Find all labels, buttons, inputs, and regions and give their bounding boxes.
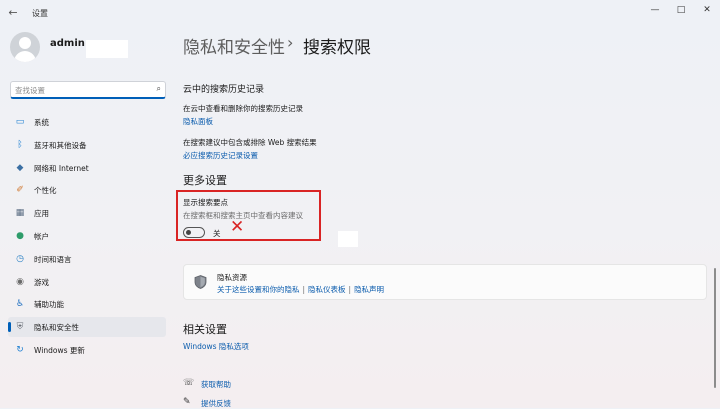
sidebar-item-label: 辅助功能 <box>34 300 64 310</box>
get-help-link[interactable]: 获取帮助 <box>201 379 231 390</box>
link-separator: | <box>348 285 352 294</box>
accessibility-icon: ♿ <box>15 299 25 310</box>
section-title-cloud-history: 云中的搜索历史记录 <box>183 85 265 95</box>
sidebar-item-globe-clock[interactable]: ◷ 时间和语言 <box>8 249 166 269</box>
monitor-icon: ▭ <box>15 117 25 127</box>
sidebar-item-label: 个性化 <box>34 186 57 196</box>
user-name: admin <box>50 38 85 49</box>
breadcrumb-parent[interactable]: 隐私和安全性 <box>183 33 285 58</box>
privacy-dashboard-link-2[interactable]: 隐私仪表板 <box>308 285 346 294</box>
sidebar-item-label: 时间和语言 <box>34 254 72 264</box>
sidebar-item-gamepad[interactable]: ◉ 游戏 <box>8 272 166 292</box>
privacy-resources-links: 关于这些设置和你的隐私 | 隐私仪表板 | 隐私声明 <box>217 284 384 295</box>
update-icon: ↻ <box>16 345 24 355</box>
shield-icon: ⛨ <box>16 322 24 333</box>
sidebar-item-label: 隐私和安全性 <box>34 323 79 333</box>
sidebar-item-label: 网络和 Internet <box>34 163 89 173</box>
breadcrumb-separator: › <box>287 33 294 52</box>
sidebar-item-wifi[interactable]: ◆ 网络和 Internet <box>8 158 166 178</box>
windows-privacy-options-link[interactable]: Windows 隐私选项 <box>183 341 249 352</box>
wifi-icon: ◆ <box>16 162 24 173</box>
person-icon: ● <box>16 231 24 241</box>
maximize-icon[interactable]: □ <box>671 3 691 17</box>
section-title-more-settings: 更多设置 <box>183 174 227 187</box>
feedback-link[interactable]: 提供反馈 <box>201 398 231 409</box>
back-arrow-icon[interactable]: ← <box>6 6 20 20</box>
avatar[interactable] <box>10 32 40 62</box>
sidebar-item-monitor[interactable]: ▭ 系统 <box>8 112 166 132</box>
close-icon[interactable]: ✕ <box>697 3 717 17</box>
sidebar-item-label: 游戏 <box>34 277 49 287</box>
toggle-knob <box>186 230 191 235</box>
search-highlights-title: 显示搜索要点 <box>183 198 228 207</box>
privacy-statement-link[interactable]: 隐私声明 <box>354 285 384 294</box>
sidebar-item-accessibility[interactable]: ♿ 辅助功能 <box>8 294 166 314</box>
scrollbar[interactable] <box>714 268 716 388</box>
search-highlights-toggle[interactable] <box>183 227 205 238</box>
cloud-history-text: 在云中查看和删除你的搜索历史记录 <box>183 104 303 113</box>
sidebar-item-label: Windows 更新 <box>34 346 85 355</box>
search-box[interactable]: ⌕ <box>10 81 166 99</box>
minimize-icon[interactable]: — <box>645 3 665 17</box>
sidebar-item-bluetooth[interactable]: ᛒ 蓝牙和其他设备 <box>8 135 166 155</box>
sidebar-item-shield[interactable]: ⛨ 隐私和安全性 <box>8 317 166 338</box>
sidebar-item-apps[interactable]: ▦ 应用 <box>8 203 166 223</box>
sidebar-item-brush[interactable]: ✐ 个性化 <box>8 180 166 200</box>
app-title: 设置 <box>32 9 48 18</box>
globe-clock-icon: ◷ <box>16 253 24 264</box>
section-title-related-settings: 相关设置 <box>183 323 227 336</box>
brush-icon: ✐ <box>16 185 24 196</box>
sidebar-item-person[interactable]: ● 帐户 <box>8 226 166 246</box>
feedback-icon: ✎ <box>183 397 191 407</box>
shield-icon <box>194 275 207 289</box>
privacy-resources-title: 隐私资源 <box>217 273 247 282</box>
redaction-block <box>338 231 358 247</box>
toggle-state-label: 关 <box>213 229 221 238</box>
sidebar-item-label: 应用 <box>34 209 49 219</box>
page-title: 搜索权限 <box>303 38 371 58</box>
redaction-block <box>86 40 128 58</box>
gamepad-icon: ◉ <box>16 276 24 287</box>
about-settings-privacy-link[interactable]: 关于这些设置和你的隐私 <box>217 285 300 294</box>
apps-icon: ▦ <box>15 208 25 219</box>
annotation-cross-mark: ✕ <box>230 217 245 237</box>
privacy-resources-card: 隐私资源 关于这些设置和你的隐私 | 隐私仪表板 | 隐私声明 <box>183 264 707 300</box>
link-separator: | <box>302 285 306 294</box>
web-results-text: 在搜索建议中包含或排除 Web 搜索结果 <box>183 138 317 147</box>
search-input[interactable] <box>15 84 147 96</box>
bing-history-settings-link[interactable]: 必应搜索历史记录设置 <box>183 150 258 161</box>
sidebar-item-label: 蓝牙和其他设备 <box>34 140 87 150</box>
sidebar-item-update[interactable]: ↻ Windows 更新 <box>8 340 166 360</box>
sidebar-item-label: 帐户 <box>34 232 49 241</box>
bluetooth-icon: ᛒ <box>17 139 23 150</box>
privacy-dashboard-link[interactable]: 隐私面板 <box>183 116 213 127</box>
search-icon[interactable]: ⌕ <box>157 84 161 94</box>
active-indicator <box>8 322 11 333</box>
sidebar-item-label: 系统 <box>34 118 49 127</box>
help-icon: ☏ <box>183 378 195 388</box>
